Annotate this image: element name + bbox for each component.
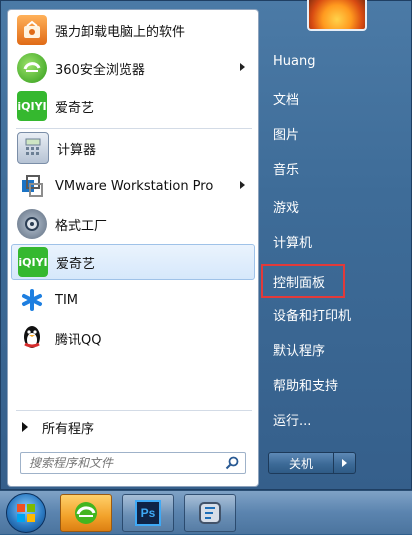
search-input[interactable]	[27, 455, 221, 471]
user-avatar[interactable]	[307, 0, 367, 31]
shutdown-options-button[interactable]	[334, 452, 356, 474]
taskbar-format-factory[interactable]	[184, 494, 236, 532]
right-item-devices-printers[interactable]: 设备和打印机	[273, 305, 351, 324]
format-factory-icon	[199, 502, 221, 524]
program-list-panel: 强力卸载电脑上的软件 360安全浏览器 iQIYI 爱奇艺 计算器 VMware…	[7, 9, 259, 487]
program-label: 爱奇艺	[56, 256, 96, 272]
all-programs-label: 所有程序	[42, 421, 95, 437]
program-label: VMware Workstation Pro	[55, 178, 214, 194]
program-label: 腾讯QQ	[55, 332, 102, 348]
triangle-right-icon	[22, 422, 28, 432]
right-item-documents[interactable]: 文档	[273, 89, 299, 108]
all-programs-button[interactable]: 所有程序	[18, 415, 256, 439]
submenu-arrow-icon	[240, 181, 245, 189]
program-item-uninstaller[interactable]: 强力卸载电脑上的软件	[11, 12, 255, 48]
right-item-user[interactable]: Huang	[273, 54, 315, 69]
program-item-vmware[interactable]: VMware Workstation Pro	[11, 168, 255, 204]
program-item-iqiyi-selected[interactable]: iQIYI 爱奇艺	[11, 244, 255, 280]
right-item-run[interactable]: 运行...	[273, 410, 311, 429]
program-label: TIM	[55, 292, 78, 308]
right-item-help-support[interactable]: 帮助和支持	[273, 375, 338, 394]
program-label: 爱奇艺	[55, 100, 95, 116]
divider	[16, 410, 252, 411]
highlight-rectangle	[261, 264, 345, 298]
right-item-computer[interactable]: 计算机	[273, 232, 312, 251]
submenu-arrow-icon	[240, 63, 245, 71]
shutdown-button[interactable]: 关机	[268, 452, 334, 474]
iqiyi-icon: iQIYI	[17, 91, 47, 121]
start-menu: 强力卸载电脑上的软件 360安全浏览器 iQIYI 爱奇艺 计算器 VMware…	[0, 0, 412, 490]
format-factory-icon	[17, 209, 47, 239]
program-item-qq[interactable]: 腾讯QQ	[11, 320, 255, 356]
windows-start-icon[interactable]	[6, 493, 46, 533]
right-item-default-programs[interactable]: 默认程序	[273, 340, 325, 359]
triangle-right-icon	[342, 459, 347, 467]
right-item-games[interactable]: 游戏	[273, 197, 299, 216]
program-label: 360安全浏览器	[55, 62, 145, 78]
taskbar-photoshop[interactable]: Ps	[122, 494, 174, 532]
program-label: 格式工厂	[55, 218, 108, 234]
magnifier-icon[interactable]	[225, 456, 239, 470]
shutdown-label: 关机	[288, 456, 313, 471]
tim-icon	[17, 285, 47, 315]
search-box[interactable]	[20, 452, 246, 474]
program-label: 计算器	[57, 142, 97, 158]
right-item-pictures[interactable]: 图片	[273, 124, 299, 143]
divider	[16, 128, 252, 129]
360-browser-icon	[75, 502, 97, 524]
taskbar: Ps	[0, 490, 412, 534]
program-label: 强力卸载电脑上的软件	[55, 24, 186, 40]
program-item-calculator[interactable]: 计算器	[11, 130, 255, 166]
vmware-icon	[17, 171, 47, 201]
program-item-format-factory[interactable]: 格式工厂	[11, 206, 255, 242]
program-item-tim[interactable]: TIM	[11, 282, 255, 318]
photoshop-icon: Ps	[135, 500, 161, 526]
browser-360-icon	[17, 53, 47, 83]
calculator-icon	[17, 132, 49, 164]
right-item-music[interactable]: 音乐	[273, 159, 299, 178]
program-item-iqiyi[interactable]: iQIYI 爱奇艺	[11, 88, 255, 124]
uninstall-icon	[17, 15, 47, 45]
qq-penguin-icon	[17, 323, 47, 353]
program-item-360-browser[interactable]: 360安全浏览器	[11, 50, 255, 86]
taskbar-360-browser[interactable]	[60, 494, 112, 532]
photoshop-text: Ps	[140, 506, 156, 520]
iqiyi-icon: iQIYI	[18, 247, 48, 277]
